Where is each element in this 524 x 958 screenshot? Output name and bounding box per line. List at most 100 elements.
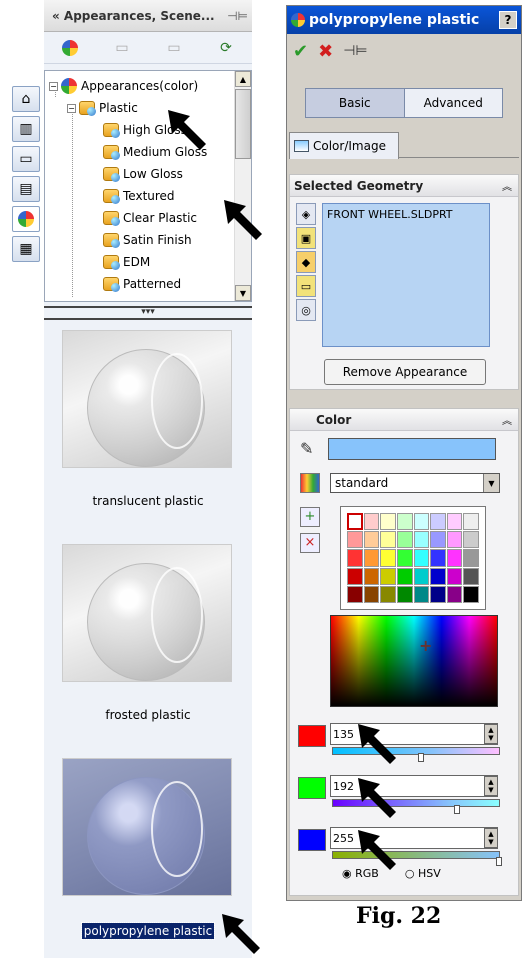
remove-swatch-icon[interactable]: × [300, 533, 320, 553]
tree-folder-plastic[interactable]: − Plastic [67, 97, 138, 119]
color-swatch[interactable] [463, 567, 479, 585]
green-spinner[interactable]: ▲ ▼ [484, 776, 498, 796]
color-swatch[interactable] [430, 531, 446, 549]
color-swatch[interactable] [430, 513, 446, 531]
color-swatch[interactable] [413, 531, 430, 549]
color-swatch[interactable] [463, 513, 479, 531]
cancel-x-icon[interactable]: ✖ [318, 41, 333, 62]
color-swatch[interactable] [347, 549, 363, 567]
color-swatch[interactable] [413, 585, 430, 603]
color-swatch[interactable] [446, 549, 463, 567]
advanced-button[interactable]: Advanced [404, 89, 502, 117]
color-swatch[interactable] [396, 531, 413, 549]
home-tab-icon[interactable]: ⌂ [12, 86, 40, 112]
color-swatch[interactable] [363, 585, 380, 603]
view-palette-tab-icon[interactable]: ▤ [12, 176, 40, 202]
pin-icon[interactable]: ⊣⊨ [343, 43, 367, 59]
ok-check-icon[interactable]: ✔ [293, 41, 308, 62]
help-button[interactable]: ? [499, 11, 517, 29]
scroll-down-icon[interactable]: ▼ [235, 285, 251, 301]
color-swatch[interactable] [463, 549, 479, 567]
color-swatch[interactable] [413, 549, 430, 567]
group-header[interactable]: Color ︽ [290, 409, 518, 431]
color-swatch[interactable] [446, 585, 463, 603]
select-part-icon[interactable]: ◈ [296, 203, 316, 225]
add-folder-icon[interactable]: ▭ [112, 39, 132, 57]
color-swatch[interactable] [380, 513, 396, 531]
red-spinner[interactable]: ▲ ▼ [484, 724, 498, 744]
list-item[interactable]: FRONT WHEEL.SLDPRT [327, 208, 485, 221]
crosshair-icon[interactable]: + [419, 636, 432, 655]
select-feature-icon[interactable]: ▭ [296, 275, 316, 297]
color-swatch[interactable] [380, 549, 396, 567]
color-swatch[interactable] [380, 567, 396, 585]
color-swatch[interactable] [463, 585, 479, 603]
green-slider-handle[interactable] [454, 805, 460, 814]
color-swatch[interactable] [347, 585, 363, 603]
collapse-icon[interactable]: − [49, 81, 58, 91]
color-swatch[interactable] [347, 531, 363, 549]
tree-root[interactable]: − Appearances(color) [49, 75, 198, 97]
color-swatch[interactable] [446, 531, 463, 549]
color-swatch[interactable] [380, 585, 396, 603]
appearances-tab-icon[interactable] [12, 206, 40, 232]
color-swatch[interactable] [380, 531, 396, 549]
color-palette-icon[interactable] [300, 473, 320, 493]
tree-item-edm[interactable]: EDM [103, 251, 150, 273]
collapse-icon[interactable]: − [67, 103, 76, 113]
current-color-swatch[interactable] [328, 438, 496, 460]
color-swatch[interactable] [446, 567, 463, 585]
chevron-down-icon[interactable]: ▼ [483, 474, 499, 492]
color-swatch[interactable] [363, 513, 380, 531]
blue-spinner[interactable]: ▲ ▼ [484, 828, 498, 848]
select-component-icon[interactable]: ◎ [296, 299, 316, 321]
color-swatch[interactable] [430, 549, 446, 567]
refresh-icon[interactable]: ⟳ [216, 39, 236, 57]
file-explorer-tab-icon[interactable]: ▭ [12, 146, 40, 172]
custom-properties-tab-icon[interactable]: ▦ [12, 236, 40, 262]
tree-item-satin-finish[interactable]: Satin Finish [103, 229, 192, 251]
add-swatch-icon[interactable]: + [300, 507, 320, 527]
hsv-radio[interactable]: ○ HSV [405, 867, 441, 880]
remove-appearance-button[interactable]: Remove Appearance [324, 359, 486, 385]
color-swatch[interactable] [396, 585, 413, 603]
basic-button[interactable]: Basic [306, 89, 405, 117]
tab-color-image[interactable]: Color/Image [289, 132, 399, 159]
color-swatch[interactable] [413, 513, 430, 531]
eyedropper-icon[interactable]: ✎ [300, 439, 313, 458]
select-face-icon[interactable]: ◆ [296, 251, 316, 273]
color-swatch[interactable] [430, 585, 446, 603]
collapse-chevron-icon[interactable]: ︽ [502, 412, 512, 427]
tree-item-low-gloss[interactable]: Low Gloss [103, 163, 183, 185]
scroll-up-icon[interactable]: ▲ [235, 71, 251, 87]
add-appearance-icon[interactable] [60, 39, 80, 57]
collapse-chevron-icon[interactable]: ︽ [502, 178, 512, 193]
appearance-preview-frosted[interactable] [62, 544, 232, 682]
group-header[interactable]: Selected Geometry ︽ [290, 175, 518, 197]
color-swatch[interactable] [363, 549, 380, 567]
tree-item-patterned[interactable]: Patterned [103, 273, 181, 295]
design-library-tab-icon[interactable]: ▥ [12, 116, 40, 142]
tree-scrollbar[interactable]: ▲ ▼ [234, 71, 251, 301]
open-folder-icon[interactable]: ▭ [164, 39, 184, 57]
color-swatch[interactable] [347, 513, 363, 531]
pin-icon[interactable]: ⊣⊨ [227, 9, 248, 23]
appearance-preview-translucent[interactable] [62, 330, 232, 468]
color-swatch[interactable] [396, 513, 413, 531]
color-swatch[interactable] [396, 567, 413, 585]
color-swatch[interactable] [463, 531, 479, 549]
color-swatch[interactable] [396, 549, 413, 567]
palette-dropdown[interactable]: standard ▼ [330, 473, 500, 493]
color-spectrum[interactable]: + [330, 615, 498, 707]
color-swatch[interactable] [347, 567, 363, 585]
blue-slider-handle[interactable] [496, 857, 502, 866]
color-swatch[interactable] [363, 567, 380, 585]
color-swatch[interactable] [363, 531, 380, 549]
selected-geometry-list[interactable]: FRONT WHEEL.SLDPRT [322, 203, 490, 347]
scroll-thumb[interactable] [235, 89, 251, 159]
color-swatch-grid[interactable] [340, 506, 486, 610]
color-swatch[interactable] [446, 513, 463, 531]
pane-splitter[interactable]: ▾▾▾ [44, 306, 252, 320]
appearance-preview-polypropylene[interactable] [62, 758, 232, 896]
select-body-icon[interactable]: ▣ [296, 227, 316, 249]
